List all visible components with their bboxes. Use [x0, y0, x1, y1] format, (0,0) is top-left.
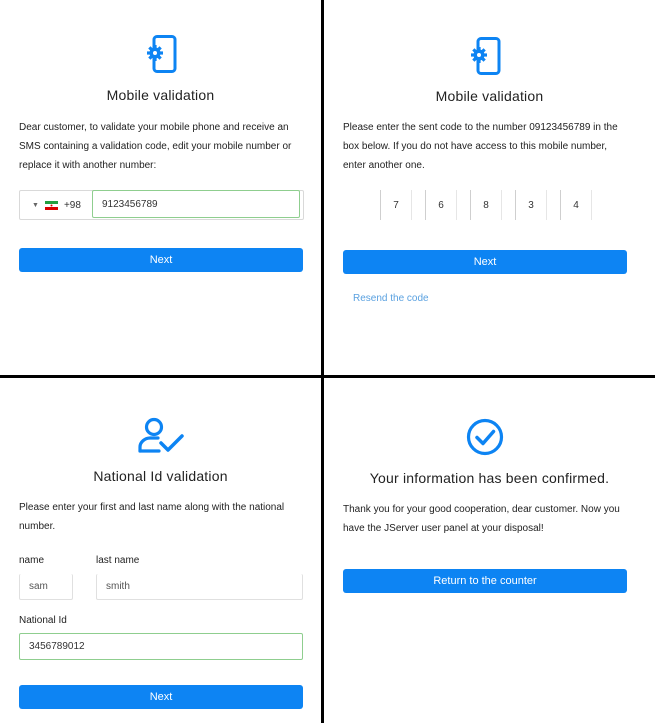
page-title: National Id validation: [93, 468, 228, 484]
phone-settings-icon: [469, 37, 501, 80]
phone-number-field: ▼ +98: [19, 190, 304, 220]
caret-down-icon: ▼: [32, 201, 39, 209]
code-digit-input[interactable]: [425, 190, 457, 220]
description: Please enter your first and last name al…: [19, 502, 285, 532]
confirmation-panel: Your information has been confirmed. Tha…: [324, 378, 655, 723]
national-id-panel: National Id validation Please enter your…: [0, 378, 321, 723]
divider-horizontal: [0, 375, 655, 378]
next-button[interactable]: Next: [343, 250, 627, 274]
phone-input[interactable]: [92, 190, 300, 218]
user-check-icon: [137, 416, 185, 461]
code-digit-input[interactable]: [380, 190, 412, 220]
code-verification-panel: Mobile validation Please enter the sent …: [324, 0, 655, 375]
national-id-input[interactable]: [19, 633, 303, 660]
description: Dear customer, to validate your mobile p…: [19, 122, 292, 171]
code-digit-input[interactable]: [515, 190, 547, 220]
code-digit-input[interactable]: [470, 190, 502, 220]
description: Thank you for your good cooperation, dea…: [343, 504, 620, 534]
iran-flag-icon: [44, 200, 58, 210]
return-to-counter-button[interactable]: Return to the counter: [343, 569, 627, 593]
name-label: name: [19, 555, 45, 566]
country-code: +98: [63, 199, 81, 211]
phone-settings-icon: [145, 35, 177, 78]
mobile-validation-panel: Mobile validation Dear customer, to vali…: [0, 0, 321, 375]
page-title: Your information has been confirmed.: [369, 470, 610, 486]
page-title: Mobile validation: [106, 87, 215, 103]
first-name-input[interactable]: [19, 574, 73, 600]
country-code-select[interactable]: ▼ +98: [20, 191, 92, 219]
national-id-label: National Id: [19, 615, 67, 626]
divider-vertical: [321, 0, 324, 723]
page-title: Mobile validation: [435, 88, 544, 104]
description: Please enter the sent code to the number…: [343, 122, 618, 171]
check-circle-icon: [466, 418, 504, 461]
resend-code-link[interactable]: Resend the code: [353, 293, 429, 304]
code-digit-input[interactable]: [560, 190, 592, 220]
next-button[interactable]: Next: [19, 248, 303, 272]
next-button[interactable]: Next: [19, 685, 303, 709]
last-name-input[interactable]: [96, 574, 303, 600]
last-name-label: last name: [96, 555, 140, 566]
